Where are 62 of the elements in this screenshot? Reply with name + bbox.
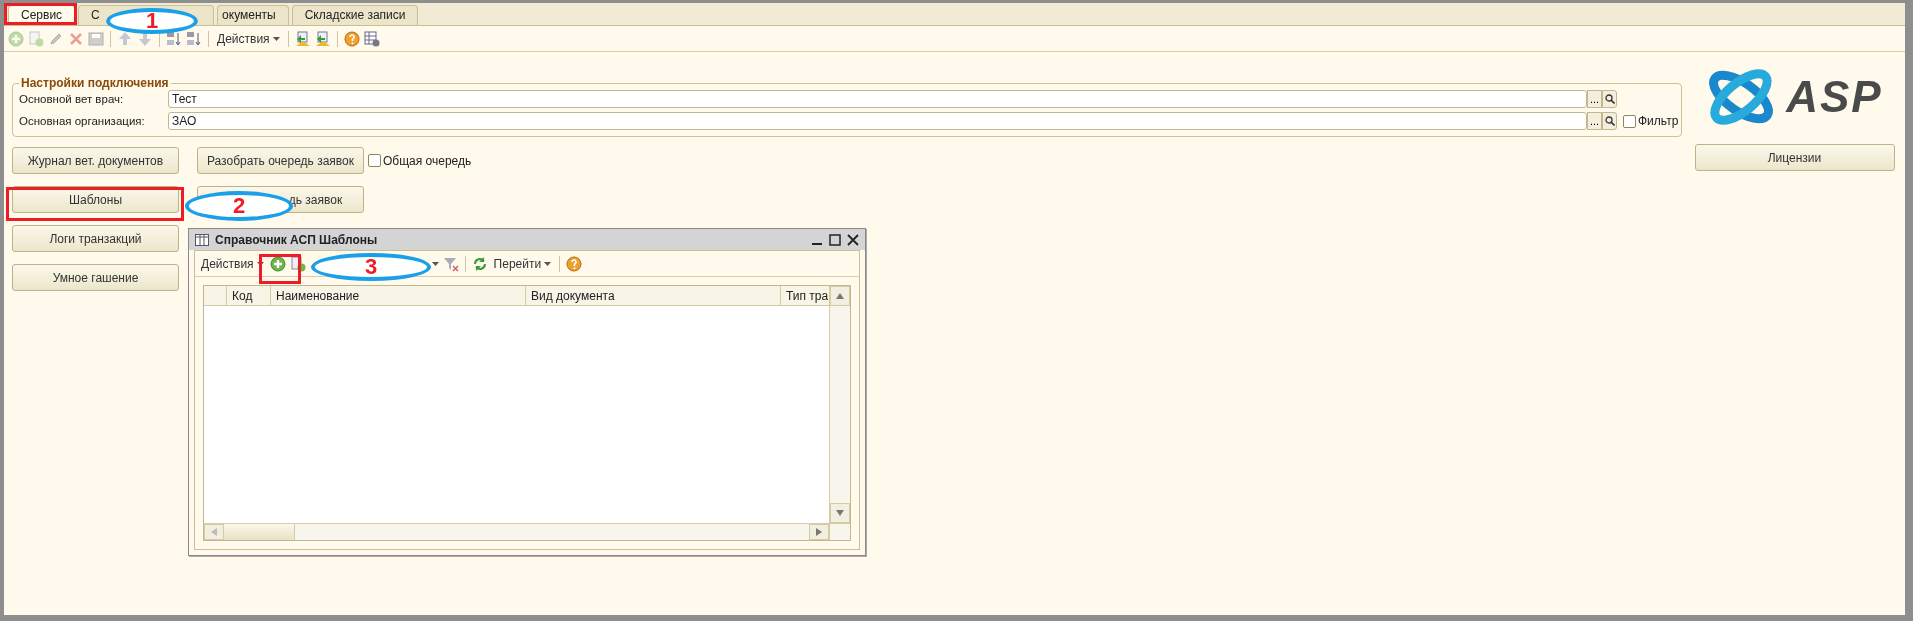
choose-button[interactable]: ... bbox=[1587, 90, 1602, 108]
scroll-thumb[interactable] bbox=[224, 524, 295, 540]
triangle-left-icon bbox=[211, 528, 217, 536]
checkbox[interactable] bbox=[1623, 114, 1636, 128]
tab[interactable]: Складские записи bbox=[291, 5, 419, 25]
checkbox-label: Общая очередь bbox=[383, 153, 472, 168]
action-button[interactable]: Разобрать очередь заявок bbox=[197, 147, 364, 174]
menu-button[interactable]: Действия bbox=[199, 256, 266, 271]
document-arrow-icon[interactable] bbox=[294, 30, 311, 47]
horizontal-scrollbar[interactable] bbox=[204, 523, 829, 540]
step-number: 3 bbox=[364, 256, 378, 278]
input-field[interactable]: ЗАО bbox=[168, 112, 1587, 130]
field-label: Основной вет врач: bbox=[19, 93, 125, 105]
step-number: 2 bbox=[232, 195, 246, 217]
column-header[interactable]: Вид документа bbox=[525, 286, 780, 305]
tab[interactable]: окументы bbox=[217, 5, 289, 25]
scrollbar-corner bbox=[829, 523, 850, 540]
document-arrow-icon[interactable] bbox=[314, 30, 331, 47]
field-label: Основная организация: bbox=[19, 115, 146, 127]
scroll-down-button[interactable] bbox=[830, 503, 850, 523]
sort-icon[interactable] bbox=[166, 30, 182, 47]
help-icon[interactable] bbox=[343, 30, 360, 47]
refresh-icon[interactable] bbox=[471, 255, 488, 272]
copy-icon[interactable] bbox=[289, 255, 306, 272]
table-icon bbox=[195, 233, 209, 246]
maximize-icon[interactable] bbox=[829, 233, 841, 246]
input-field[interactable]: Тест bbox=[168, 90, 1587, 108]
filter-clear-icon[interactable] bbox=[442, 255, 459, 272]
close-icon[interactable] bbox=[847, 233, 859, 246]
search-button[interactable] bbox=[1602, 90, 1617, 108]
checkbox[interactable] bbox=[368, 154, 381, 167]
column-header[interactable]: Наименование bbox=[270, 286, 525, 305]
caret-icon bbox=[544, 261, 552, 266]
menu-button[interactable]: Действия bbox=[215, 31, 282, 46]
column-header[interactable]: Код bbox=[226, 286, 270, 305]
triangle-down-icon bbox=[836, 510, 844, 516]
group-title: Настройки подключения bbox=[20, 76, 170, 90]
highlight-frame bbox=[259, 254, 301, 284]
action-button[interactable]: Умное гашение bbox=[12, 264, 179, 291]
add-icon[interactable] bbox=[269, 255, 286, 272]
search-button[interactable] bbox=[1602, 112, 1617, 130]
window-title: Справочник АСП Шаблоны bbox=[215, 232, 379, 247]
scroll-right-button[interactable] bbox=[809, 524, 829, 540]
caret-icon[interactable] bbox=[431, 261, 439, 266]
logo-text: ASP bbox=[1786, 72, 1883, 122]
action-button[interactable]: Шаблоны bbox=[12, 186, 179, 213]
help-icon[interactable] bbox=[566, 255, 583, 272]
caret-icon bbox=[256, 261, 264, 266]
triangle-up-icon bbox=[836, 293, 844, 299]
scroll-up-button[interactable] bbox=[830, 286, 850, 306]
action-button[interactable]: Журнал вет. документов bbox=[12, 147, 179, 174]
sort-icon[interactable] bbox=[186, 30, 202, 47]
table-settings-icon[interactable] bbox=[363, 30, 380, 47]
checkbox-label: Фильтр bbox=[1638, 114, 1679, 128]
action-button[interactable]: Логи транзакций bbox=[12, 225, 179, 252]
step-number: 1 bbox=[145, 10, 159, 32]
menu-button[interactable]: Перейти bbox=[491, 256, 554, 271]
vertical-scrollbar[interactable] bbox=[829, 286, 850, 523]
choose-button[interactable]: ... bbox=[1587, 112, 1602, 130]
caret-icon bbox=[272, 36, 280, 41]
triangle-right-icon bbox=[816, 528, 822, 536]
licenses-button[interactable]: Лицензии bbox=[1694, 144, 1895, 171]
